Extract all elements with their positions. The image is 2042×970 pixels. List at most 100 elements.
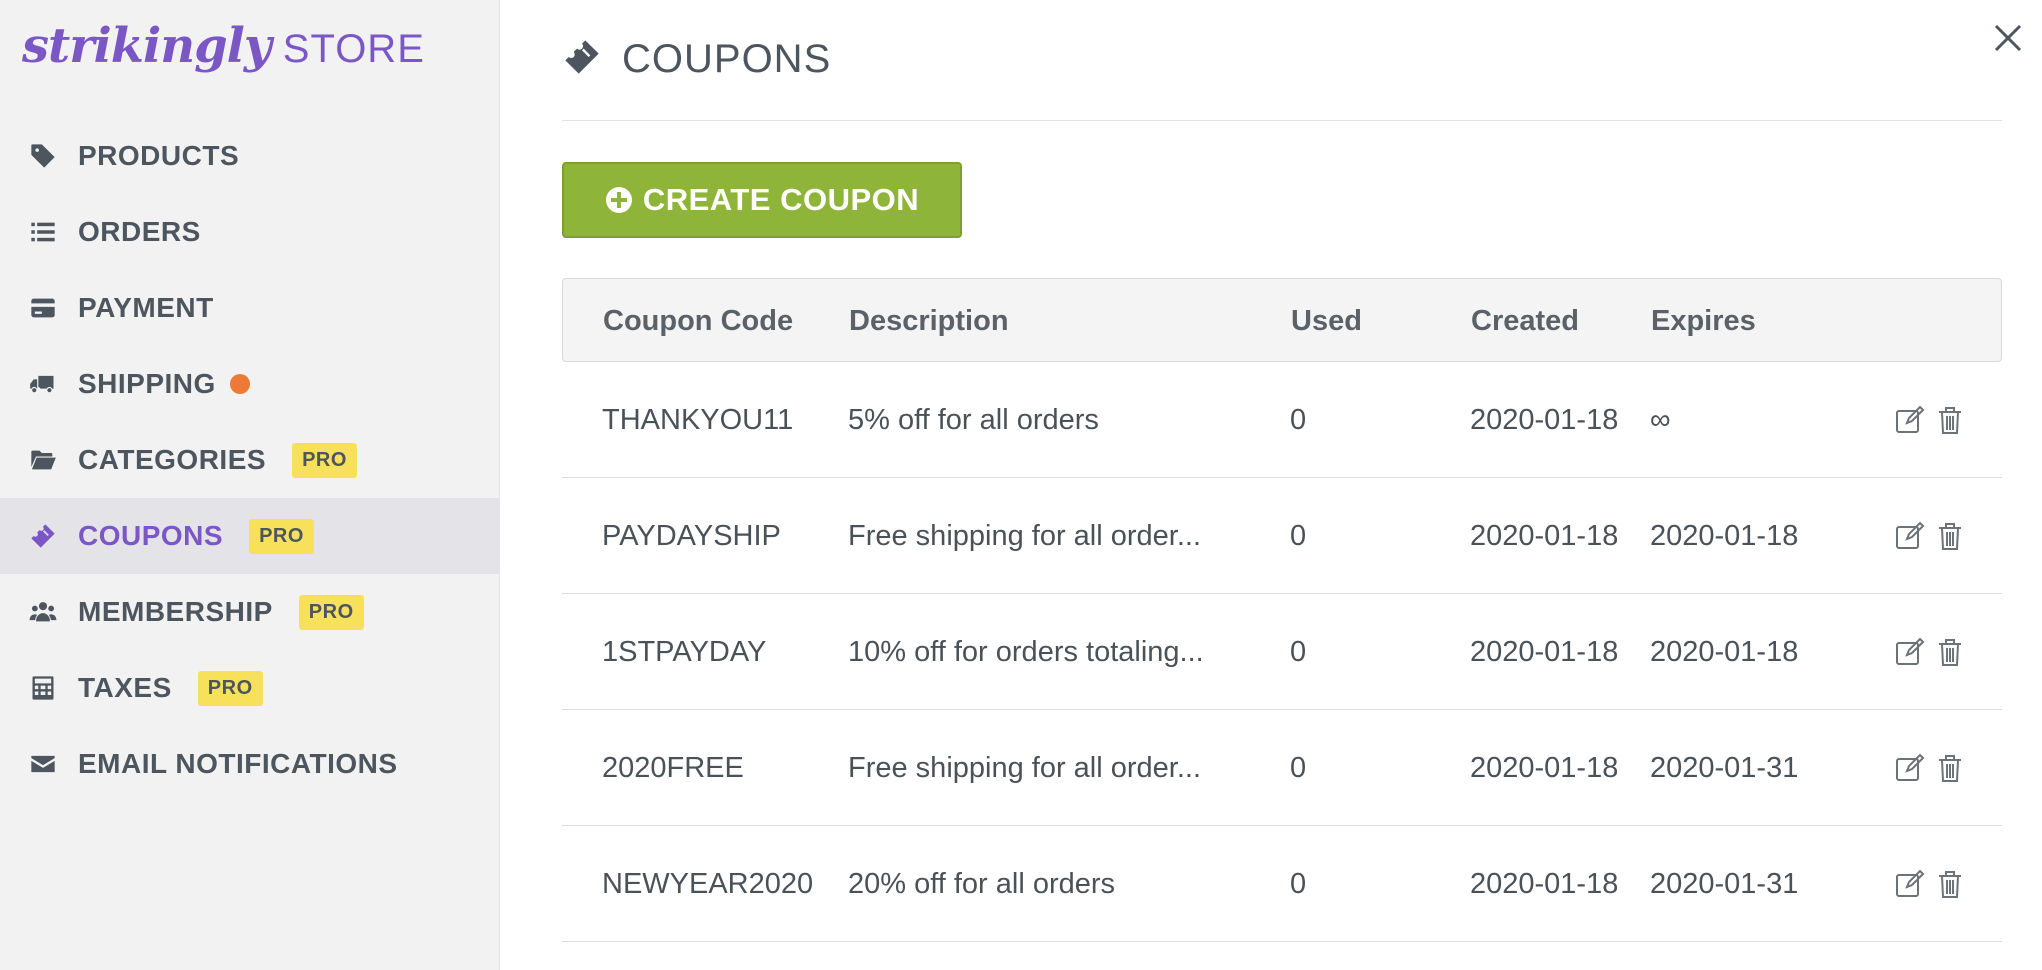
delete-button[interactable] xyxy=(1932,634,1968,670)
edit-icon xyxy=(1896,753,1925,781)
coupon-code-cell: 1STPAYDAY xyxy=(602,635,767,668)
used-cell: 0 xyxy=(1290,867,1307,900)
column-header-expires: Expires xyxy=(1651,304,1756,337)
sidebar-item-label: MEMBERSHIP xyxy=(78,596,273,627)
pro-badge: PRO xyxy=(197,670,263,706)
expires-cell: 2020-01-18 xyxy=(1650,635,1799,668)
created-cell: 2020-01-18 xyxy=(1470,751,1619,784)
sidebar-item-label: PAYMENT xyxy=(78,292,214,323)
ticket-icon xyxy=(562,37,602,82)
sidebar-item-label: TAXES xyxy=(78,672,172,703)
delete-button[interactable] xyxy=(1932,402,1968,438)
edit-icon xyxy=(1896,869,1925,897)
table-header: Coupon Code Description Used Created Exp… xyxy=(562,278,2002,362)
description-cell: Free shipping for all order... xyxy=(848,519,1202,552)
expires-cell: 2020-01-31 xyxy=(1650,751,1799,784)
envelope-icon xyxy=(28,749,58,779)
page-title: COUPONS xyxy=(622,36,832,81)
create-coupon-label: CREATE COUPON xyxy=(642,182,920,217)
sidebar-item-coupons[interactable]: COUPONS PRO xyxy=(0,498,500,574)
sidebar-item-payment[interactable]: PAYMENT xyxy=(0,270,500,346)
create-coupon-button[interactable]: CREATE COUPON xyxy=(562,162,962,238)
pro-badge: PRO xyxy=(249,518,314,554)
coupon-code-cell: PAYDAYSHIP xyxy=(602,519,781,552)
coupon-code-cell: NEWYEAR2020 xyxy=(602,867,814,900)
edit-button[interactable] xyxy=(1892,402,1928,438)
column-header-created: Created xyxy=(1471,304,1579,337)
coupons-table: Coupon Code Description Used Created Exp… xyxy=(562,278,2002,942)
sidebar-nav: PRODUCTS ORDERS PAYMENT SHIPPING CATEGOR… xyxy=(0,118,500,802)
edit-button[interactable] xyxy=(1892,634,1928,670)
close-icon xyxy=(1994,24,2022,52)
truck-icon xyxy=(28,369,58,399)
table-row: NEWYEAR2020 20% off for all orders 0 202… xyxy=(562,826,2002,942)
sidebar-item-label: EMAIL NOTIFICATIONS xyxy=(78,748,398,779)
table-row: THANKYOU11 5% off for all orders 0 2020-… xyxy=(562,362,2002,478)
delete-button[interactable] xyxy=(1932,518,1968,554)
table-row: 2020FREE Free shipping for all order... … xyxy=(562,710,2002,826)
created-cell: 2020-01-18 xyxy=(1470,403,1619,436)
notification-dot xyxy=(229,374,250,394)
used-cell: 0 xyxy=(1290,751,1307,784)
main-panel: COUPONS CREATE COUPON Coupon Code Descri… xyxy=(562,0,2022,970)
edit-button[interactable] xyxy=(1892,750,1928,786)
column-header-description: Description xyxy=(849,304,1009,337)
coupon-code-cell: 2020FREE xyxy=(602,751,744,784)
description-cell: Free shipping for all order... xyxy=(848,751,1202,784)
folder-open-icon xyxy=(28,445,58,475)
sidebar-item-email-notifications[interactable]: EMAIL NOTIFICATIONS xyxy=(0,726,500,802)
edit-icon xyxy=(1896,521,1925,549)
column-header-used: Used xyxy=(1291,304,1362,337)
used-cell: 0 xyxy=(1290,403,1307,436)
table-row: 1STPAYDAY 10% off for orders totaling...… xyxy=(562,594,2002,710)
created-cell: 2020-01-18 xyxy=(1470,519,1619,552)
trash-icon xyxy=(1939,407,1961,434)
table-body: THANKYOU11 5% off for all orders 0 2020-… xyxy=(562,362,2002,942)
sidebar-item-label: ORDERS xyxy=(78,216,201,247)
tag-icon xyxy=(28,141,58,171)
close-button[interactable] xyxy=(1988,18,2028,58)
ticket-icon xyxy=(28,521,58,551)
description-cell: 20% off for all orders xyxy=(848,867,1116,900)
sidebar-item-shipping[interactable]: SHIPPING xyxy=(0,346,500,422)
row-actions xyxy=(1892,826,1972,942)
row-actions xyxy=(1892,478,1972,594)
strikingly-store-logo: strikingly STORE xyxy=(22,18,425,88)
logo-wordmark: strikingly xyxy=(22,18,272,74)
table-row: PAYDAYSHIP Free shipping for all order..… xyxy=(562,478,2002,594)
description-cell: 10% off for orders totaling... xyxy=(848,635,1204,668)
delete-button[interactable] xyxy=(1932,750,1968,786)
sidebar-item-orders[interactable]: ORDERS xyxy=(0,194,500,270)
store-app: strikingly STORE PRODUCTS ORDERS PAYMENT… xyxy=(0,0,2042,970)
expires-cell: 2020-01-18 xyxy=(1650,519,1799,552)
trash-icon xyxy=(1939,871,1961,898)
column-header-coupon-code: Coupon Code xyxy=(603,304,794,337)
sidebar-item-label: COUPONS xyxy=(78,520,224,551)
sidebar-item-membership[interactable]: MEMBERSHIP PRO xyxy=(0,574,500,650)
row-actions xyxy=(1892,362,1972,478)
row-actions xyxy=(1892,594,1972,710)
expires-cell: 2020-01-31 xyxy=(1650,867,1799,900)
created-cell: 2020-01-18 xyxy=(1470,635,1619,668)
trash-icon xyxy=(1939,755,1961,782)
sidebar-item-label: SHIPPING xyxy=(78,368,216,399)
sidebar-item-label: CATEGORIES xyxy=(78,444,267,475)
plus-circle-icon xyxy=(605,187,632,213)
users-icon xyxy=(28,597,58,627)
edit-button[interactable] xyxy=(1892,866,1928,902)
trash-icon xyxy=(1939,523,1961,550)
edit-icon xyxy=(1896,405,1925,433)
sidebar: strikingly STORE PRODUCTS ORDERS PAYMENT… xyxy=(0,0,500,970)
created-cell: 2020-01-18 xyxy=(1470,867,1619,900)
sidebar-item-categories[interactable]: CATEGORIES PRO xyxy=(0,422,500,498)
sidebar-item-products[interactable]: PRODUCTS xyxy=(0,118,500,194)
edit-icon xyxy=(1896,637,1925,665)
trash-icon xyxy=(1939,639,1961,666)
edit-button[interactable] xyxy=(1892,518,1928,554)
logo-store-label: STORE xyxy=(282,27,425,71)
row-actions xyxy=(1892,710,1972,826)
delete-button[interactable] xyxy=(1932,866,1968,902)
pro-badge: PRO xyxy=(292,442,357,478)
sidebar-item-taxes[interactable]: TAXES PRO xyxy=(0,650,500,726)
description-cell: 5% off for all orders xyxy=(848,403,1099,436)
